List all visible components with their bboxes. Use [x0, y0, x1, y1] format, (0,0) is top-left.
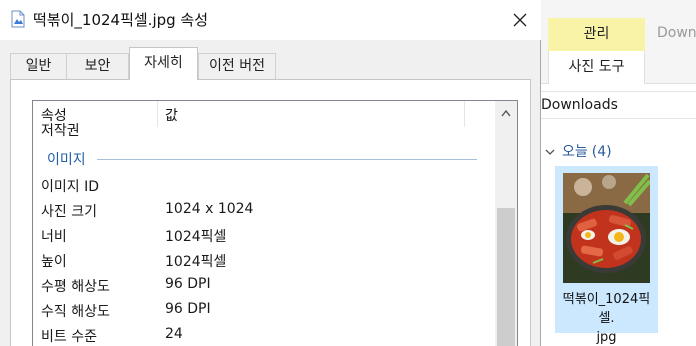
list-item[interactable]: 수평 해상도 96 DPI: [33, 273, 495, 297]
list-item[interactable]: 수직 해상도 96 DPI: [33, 298, 495, 322]
ribbon-context-group-manage[interactable]: 관리: [548, 18, 645, 51]
file-name-line: 떡볶이_1024픽셀.: [562, 292, 651, 326]
list-item[interactable]: 높이 1024픽셀: [33, 248, 495, 272]
property-value: 96 DPI: [165, 276, 211, 292]
list-item[interactable]: 너비 1024픽셀: [33, 223, 495, 247]
property-value: 24: [165, 326, 183, 342]
group-label: 이미지: [47, 152, 86, 168]
file-name: 떡볶이_1024픽셀. jpg: [555, 290, 658, 346]
list-item[interactable]: 비트 수준 24: [33, 323, 495, 346]
tab-general[interactable]: 일반: [10, 53, 67, 79]
vertical-scrollbar[interactable]: [495, 101, 517, 346]
image-file-icon: [11, 10, 25, 28]
list-item[interactable]: 사진 크기 1024 x 1024: [33, 198, 495, 222]
group-label: 오늘: [562, 144, 588, 160]
address-bar[interactable]: Downloads: [541, 91, 696, 119]
list-item[interactable]: 저작권: [33, 117, 495, 141]
tteokbokki-thumbnail: [563, 173, 650, 283]
address-path: Downloads: [541, 97, 618, 113]
property-list[interactable]: 속성 값 저작권 이미지 이미지 ID 사진 크기 1024 x 1024 너비…: [32, 100, 518, 346]
list-item[interactable]: 이미지 ID: [33, 173, 495, 197]
property-name: 높이: [41, 254, 67, 270]
property-name: 저작권: [41, 123, 80, 139]
next-group-header-partial: [563, 340, 603, 346]
group-divider: [97, 159, 477, 160]
property-value: 1024픽셀: [165, 254, 227, 270]
tab-security[interactable]: 보안: [66, 53, 129, 79]
explorer-window: 관리 Down 사진 도구 Downloads 오늘 (4) 떡볶이_1024픽…: [541, 0, 696, 346]
scroll-thumb[interactable]: [497, 208, 515, 346]
property-name: 비트 수준: [41, 329, 97, 345]
properties-dialog: 떡볶이_1024픽셀.jpg 속성 일반 보안 자세히 이전 버전 속성 값 저…: [0, 0, 541, 346]
title-bar: 떡볶이_1024픽셀.jpg 속성: [0, 0, 541, 40]
ribbon: 관리 Down 사진 도구: [541, 0, 696, 84]
details-panel: 속성 값 저작권 이미지 이미지 ID 사진 크기 1024 x 1024 너비…: [10, 79, 531, 346]
tab-strip: 일반 보안 자세히 이전 버전: [0, 47, 541, 80]
group-header-today[interactable]: 오늘 (4): [545, 141, 612, 161]
group-count: (4): [591, 144, 612, 160]
property-name: 이미지 ID: [41, 179, 99, 195]
ribbon-tab-picture-tools[interactable]: 사진 도구: [548, 51, 645, 84]
property-name: 수직 해상도: [41, 304, 110, 320]
property-value: 1024픽셀: [165, 229, 227, 245]
property-value: 96 DPI: [165, 301, 211, 317]
property-name: 사진 크기: [41, 204, 97, 220]
close-icon[interactable]: [508, 8, 532, 32]
group-header-image: 이미지: [33, 146, 495, 170]
property-value: 1024 x 1024: [165, 201, 254, 217]
property-name: 수평 해상도: [41, 279, 110, 295]
tab-previous-versions[interactable]: 이전 버전: [198, 53, 276, 79]
property-name: 너비: [41, 229, 67, 245]
chevron-down-icon[interactable]: [545, 148, 555, 156]
file-item-selected[interactable]: 떡볶이_1024픽셀. jpg: [555, 166, 658, 345]
tab-details[interactable]: 자세히: [129, 47, 198, 80]
dialog-title: 떡볶이_1024픽셀.jpg 속성: [33, 11, 209, 29]
ribbon-tab-downloads[interactable]: Down: [657, 25, 696, 41]
scroll-up-arrow-icon[interactable]: [501, 109, 511, 117]
